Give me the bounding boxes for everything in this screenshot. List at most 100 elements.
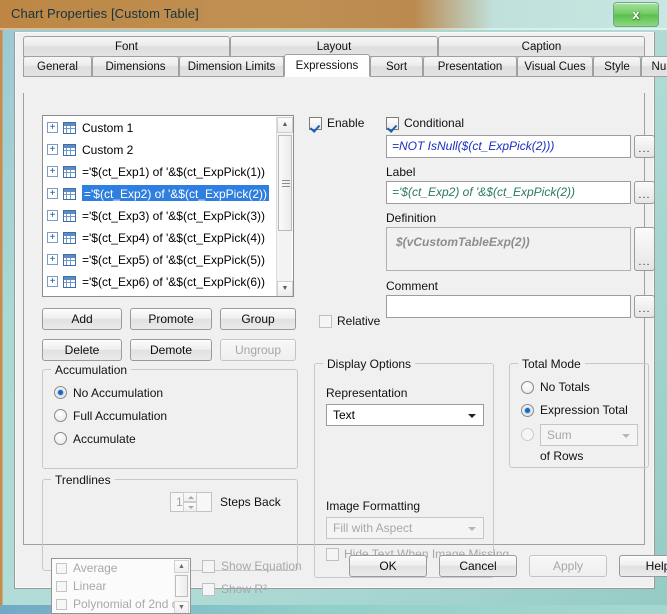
image-formatting-select: Fill with Aspect bbox=[326, 517, 484, 539]
promote-button[interactable]: Promote bbox=[130, 308, 212, 330]
dialog-footer: OK Cancel Apply Help bbox=[15, 550, 652, 586]
scrollbar-thumb[interactable] bbox=[278, 135, 292, 231]
radio-no-accumulation[interactable] bbox=[54, 386, 67, 399]
delete-button[interactable]: Delete bbox=[42, 339, 122, 361]
label-input[interactable]: ='$(ct_Exp2) of '&$(ct_ExpPick(2)) bbox=[386, 181, 631, 204]
list-item[interactable]: Polynomial of 2nd d bbox=[52, 595, 190, 613]
definition-ellipsis-button[interactable]: ... bbox=[634, 227, 655, 271]
expander-plus-icon[interactable]: + bbox=[47, 254, 58, 265]
image-formatting-value: Fill with Aspect bbox=[333, 521, 412, 535]
display-options-title: Display Options bbox=[323, 357, 415, 371]
relative-checkbox[interactable] bbox=[319, 315, 332, 328]
list-item-label: Custom 2 bbox=[82, 143, 133, 157]
relative-label: Relative bbox=[337, 314, 380, 328]
tab-general[interactable]: General bbox=[23, 56, 92, 77]
close-icon: x bbox=[614, 3, 658, 26]
ok-button[interactable]: OK bbox=[349, 555, 427, 577]
tab-sort[interactable]: Sort bbox=[370, 56, 423, 77]
list-item-label: ='$(ct_Exp2) of '&$(ct_ExpPick(2)) bbox=[84, 187, 267, 201]
label-ellipsis-button[interactable]: ... bbox=[634, 181, 655, 204]
expander-plus-icon[interactable]: + bbox=[47, 276, 58, 287]
ellipsis-icon: ... bbox=[635, 189, 654, 201]
radio-no-totals[interactable] bbox=[521, 381, 534, 394]
ellipsis-icon: ... bbox=[635, 143, 654, 155]
expander-plus-icon[interactable]: + bbox=[47, 122, 58, 133]
list-item[interactable]: + ='$(ct_Exp1) of '&$(ct_ExpPick(1)) bbox=[43, 160, 293, 182]
list-scrollbar[interactable]: ▲ ▼ bbox=[276, 117, 292, 297]
tab-visual-cues[interactable]: Visual Cues bbox=[517, 56, 593, 77]
total-mode-title: Total Mode bbox=[518, 357, 585, 371]
accumulation-group: Accumulation No Accumulation Full Accumu… bbox=[42, 369, 298, 469]
radio-full-accumulation[interactable] bbox=[54, 409, 67, 422]
total-mode-group: Total Mode No Totals Expression Total Su… bbox=[509, 363, 649, 468]
conditional-checkbox[interactable] bbox=[386, 117, 399, 130]
list-item-selected[interactable]: + ='$(ct_Exp2) of '&$(ct_ExpPick(2)) bbox=[43, 182, 293, 204]
cancel-button[interactable]: Cancel bbox=[439, 555, 517, 577]
list-item-label: ='$(ct_Exp6) of '&$(ct_ExpPick(6)) bbox=[82, 275, 265, 289]
expander-plus-icon[interactable]: + bbox=[47, 144, 58, 155]
tab-presentation[interactable]: Presentation bbox=[423, 56, 517, 77]
tab-dimensions[interactable]: Dimensions bbox=[92, 56, 179, 77]
enable-label: Enable bbox=[327, 116, 364, 130]
title-bar[interactable]: Chart Properties [Custom Table] x bbox=[0, 0, 667, 30]
radio-expression-total[interactable] bbox=[521, 404, 534, 417]
comment-ellipsis-button[interactable]: ... bbox=[634, 295, 655, 318]
list-item[interactable]: +='$(ct_Exp5) of '&$(ct_ExpPick(5)) bbox=[43, 248, 293, 270]
of-rows-label: of Rows bbox=[540, 449, 583, 463]
label-no-accumulation: No Accumulation bbox=[73, 386, 163, 400]
table-icon bbox=[63, 210, 76, 222]
table-icon bbox=[63, 166, 76, 178]
definition-field-caption: Definition bbox=[386, 211, 436, 225]
representation-label: Representation bbox=[326, 386, 407, 400]
list-item[interactable]: + Custom 1 bbox=[43, 116, 293, 138]
expressions-page: + Custom 1 + Custom 2 + ='$(ct_Exp1) of '&$… bbox=[23, 93, 645, 545]
expander-plus-icon[interactable]: + bbox=[47, 166, 58, 177]
window-title: Chart Properties [Custom Table] bbox=[11, 6, 199, 21]
expander-plus-icon[interactable]: + bbox=[47, 188, 58, 199]
conditional-ellipsis-button[interactable]: ... bbox=[634, 135, 655, 158]
list-item-label: Custom 1 bbox=[82, 121, 133, 135]
scroll-down-icon[interactable]: ▼ bbox=[277, 281, 293, 297]
expander-plus-icon[interactable]: + bbox=[47, 232, 58, 243]
list-item-label: ='$(ct_Exp1) of '&$(ct_ExpPick(1)) bbox=[82, 165, 265, 179]
expander-plus-icon[interactable]: + bbox=[47, 210, 58, 221]
tab-expressions[interactable]: Expressions bbox=[284, 54, 370, 77]
expression-list[interactable]: + Custom 1 + Custom 2 + ='$(ct_Exp1) of '&$… bbox=[42, 115, 294, 297]
list-item[interactable]: +='$(ct_Exp4) of '&$(ct_ExpPick(4)) bbox=[43, 226, 293, 248]
add-button[interactable]: Add bbox=[42, 308, 122, 330]
comment-input[interactable] bbox=[386, 295, 631, 318]
scroll-up-icon[interactable]: ▲ bbox=[277, 117, 293, 133]
chevron-down-icon bbox=[622, 434, 630, 438]
apply-button: Apply bbox=[529, 555, 607, 577]
label-no-totals: No Totals bbox=[540, 380, 590, 394]
conditional-label: Conditional bbox=[404, 116, 464, 130]
table-icon bbox=[63, 122, 76, 134]
tab-caption[interactable]: Caption bbox=[438, 36, 645, 57]
tab-font[interactable]: Font bbox=[23, 36, 230, 57]
enable-checkbox[interactable] bbox=[309, 117, 322, 130]
tab-style[interactable]: Style bbox=[593, 56, 641, 77]
accumulation-title: Accumulation bbox=[51, 363, 131, 377]
radio-accumulate[interactable] bbox=[54, 432, 67, 445]
ellipsis-icon: ... bbox=[635, 256, 654, 268]
help-button[interactable]: Help bbox=[619, 555, 667, 577]
chevron-down-icon bbox=[468, 527, 476, 531]
tab-dimension-limits[interactable]: Dimension Limits bbox=[179, 56, 284, 77]
group-button[interactable]: Group bbox=[220, 308, 296, 330]
tab-number[interactable]: Number bbox=[641, 56, 667, 77]
close-button[interactable]: x bbox=[613, 2, 659, 27]
conditional-input[interactable]: =NOT IsNull($(ct_ExpPick(2))) bbox=[386, 135, 631, 158]
list-item[interactable]: +='$(ct_Exp3) of '&$(ct_ExpPick(3)) bbox=[43, 204, 293, 226]
definition-input[interactable]: $(vCustomTableExp(2)) bbox=[386, 227, 631, 271]
aggregate-value: Sum bbox=[547, 428, 572, 442]
comment-field-caption: Comment bbox=[386, 279, 438, 293]
scroll-down-icon[interactable]: ▼ bbox=[174, 601, 189, 614]
demote-button[interactable]: Demote bbox=[130, 339, 212, 361]
list-item[interactable]: + Custom 2 bbox=[43, 138, 293, 160]
list-item-label: Polynomial of 2nd d bbox=[73, 597, 178, 611]
list-item[interactable]: + ='$(ct_Exp6) of '&$(ct_ExpPick(6)) bbox=[43, 270, 293, 292]
radio-aggregate-total[interactable] bbox=[521, 428, 534, 441]
ellipsis-icon: ... bbox=[635, 303, 654, 315]
representation-select[interactable]: Text bbox=[326, 404, 484, 426]
list-item[interactable]: +='$(ct_Exp7) of '&$(ct_ExpPick(7)) bbox=[43, 292, 293, 297]
